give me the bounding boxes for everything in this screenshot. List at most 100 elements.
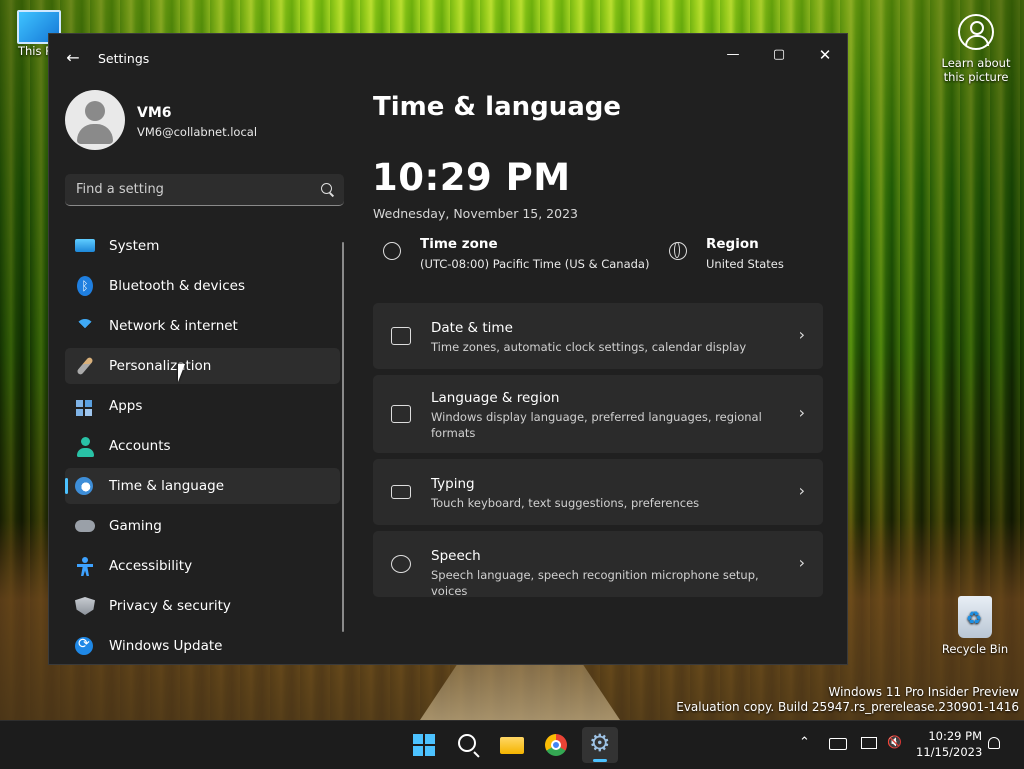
card-description: Time zones, automatic clock settings, ca… [431, 340, 747, 354]
sidebar-item-gaming[interactable]: Gaming [65, 508, 340, 544]
chevron-right-icon: › [798, 553, 805, 572]
window-title: Settings [98, 51, 150, 66]
sidebar-item-label: Windows Update [109, 638, 223, 654]
taskbar-time: 10:29 PM [928, 729, 982, 743]
time-language-icon [75, 477, 93, 495]
sidebar-item-time-language[interactable]: Time & language [65, 468, 340, 504]
close-button[interactable]: ✕ [802, 40, 847, 70]
speech-icon [391, 555, 411, 573]
region-value: United States [706, 257, 784, 271]
back-arrow-icon[interactable]: ← [63, 48, 83, 68]
sidebar-item-network[interactable]: Network & internet [65, 308, 340, 344]
card-description: Windows display language, preferred lang… [431, 410, 762, 440]
sidebar-item-accessibility[interactable]: Accessibility [65, 548, 340, 584]
sidebar-item-label: Accounts [109, 438, 171, 454]
sidebar-item-label: Privacy & security [109, 598, 231, 614]
recycle-bin-icon: ♻ [958, 596, 992, 638]
sidebar-item-label: System [109, 238, 160, 254]
sidebar-item-apps[interactable]: Apps [65, 388, 340, 424]
taskbar: ⌃ 🔇 10:29 PM 11/15/2023 [0, 720, 1024, 769]
file-explorer-icon[interactable] [494, 727, 530, 763]
sidebar-item-label: Time & language [109, 478, 225, 494]
chevron-right-icon: › [798, 325, 805, 344]
volume-icon[interactable]: 🔇 [887, 735, 902, 749]
search-input[interactable]: Find a setting [65, 174, 344, 206]
sidebar-item-personalization[interactable]: Personalization [65, 348, 340, 384]
maximize-button[interactable]: ▢ [756, 40, 802, 70]
search-placeholder: Find a setting [76, 182, 164, 197]
system-icon [75, 239, 95, 252]
start-button[interactable] [406, 727, 442, 763]
gamepad-icon [75, 520, 95, 532]
card-description: Touch keyboard, text suggestions, prefer… [431, 496, 700, 510]
card-title: Speech [431, 548, 481, 564]
keyboard-icon [391, 485, 411, 499]
sidebar-item-label: Accessibility [109, 558, 193, 574]
user-email: VM6@collabnet.local [137, 125, 258, 139]
card-speech[interactable]: Speech Speech language, speech recogniti… [373, 531, 823, 598]
sidebar-item-windows-update[interactable]: Windows Update [65, 628, 340, 664]
watermark-line1: Windows 11 Pro Insider Preview [828, 685, 1019, 699]
network-icon[interactable] [861, 737, 877, 749]
card-title: Date & time [431, 320, 513, 336]
notification-bell-icon[interactable] [988, 737, 1000, 749]
sidebar-item-label: Gaming [109, 518, 162, 534]
sidebar-nav: System ᛒ Bluetooth & devices Network & i… [65, 228, 340, 664]
recycle-bin-label: Recycle Bin [941, 642, 1009, 656]
globe-icon [669, 242, 687, 260]
sidebar-item-accounts[interactable]: Accounts [65, 428, 340, 464]
avatar[interactable] [65, 90, 125, 150]
recycle-bin-desktop-icon[interactable]: ♻ Recycle Bin [940, 596, 1010, 656]
title-bar[interactable]: ← Settings — ▢ ✕ [49, 34, 847, 82]
page-title: Time & language [373, 92, 622, 122]
sidebar-item-bluetooth[interactable]: ᛒ Bluetooth & devices [65, 268, 340, 304]
calendar-clock-icon [391, 327, 411, 345]
sidebar-item-label: Network & internet [109, 318, 238, 334]
card-description: Speech language, speech recognition micr… [431, 568, 759, 598]
taskbar-date: 11/15/2023 [916, 745, 983, 759]
taskbar-clock[interactable]: 10:29 PM 11/15/2023 [916, 728, 982, 760]
minimize-button[interactable]: — [710, 40, 756, 70]
current-time: 10:29 PM [372, 156, 571, 199]
apps-icon [75, 397, 95, 415]
settings-window: ← Settings — ▢ ✕ VM6 VM6@collabnet.local… [48, 33, 848, 665]
chevron-right-icon: › [798, 481, 805, 500]
sidebar-item-privacy[interactable]: Privacy & security [65, 588, 340, 624]
sidebar-scrollbar[interactable] [342, 242, 344, 632]
bluetooth-icon: ᛒ [77, 276, 93, 296]
language-icon [391, 405, 411, 423]
show-hidden-icons-chevron-icon[interactable]: ⌃ [799, 735, 810, 750]
card-language-region[interactable]: Language & region Windows display langua… [373, 375, 823, 453]
card-date-time[interactable]: Date & time Time zones, automatic clock … [373, 303, 823, 369]
taskbar-search-icon[interactable] [450, 727, 486, 763]
card-title: Typing [431, 476, 475, 492]
sidebar-item-label: Personalization [109, 358, 212, 374]
clock-icon [383, 242, 401, 260]
build-watermark: Windows 11 Pro Insider Preview Evaluatio… [676, 685, 1019, 715]
card-title: Language & region [431, 390, 560, 406]
brush-icon [76, 356, 94, 376]
sidebar-item-label: Bluetooth & devices [109, 278, 246, 294]
accessibility-icon [75, 557, 95, 575]
watermark-line2: Evaluation copy. Build 25947.rs_prerelea… [676, 700, 1019, 714]
shield-icon [75, 597, 95, 615]
user-name: VM6 [137, 105, 172, 121]
accounts-icon [75, 437, 95, 457]
region-title: Region [706, 236, 759, 252]
time-zone-title: Time zone [420, 236, 498, 252]
wifi-icon [75, 317, 95, 335]
current-date: Wednesday, November 15, 2023 [373, 206, 578, 221]
learn-about-picture-icon[interactable]: Learn about this picture [934, 10, 1018, 84]
chrome-icon[interactable] [538, 727, 574, 763]
card-typing[interactable]: Typing Touch keyboard, text suggestions,… [373, 459, 823, 525]
learn-about-label: Learn about this picture [941, 56, 1011, 84]
sidebar-item-system[interactable]: System [65, 228, 340, 264]
camera-info-icon [958, 14, 994, 50]
chevron-right-icon: › [798, 403, 805, 422]
windows-update-icon [75, 636, 93, 655]
mouse-cursor [178, 364, 192, 382]
sidebar-item-label: Apps [109, 398, 143, 414]
drive-icon[interactable] [829, 738, 847, 750]
settings-taskbar-icon[interactable] [582, 727, 618, 763]
time-zone-value: (UTC-08:00) Pacific Time (US & Canada) [420, 257, 650, 271]
